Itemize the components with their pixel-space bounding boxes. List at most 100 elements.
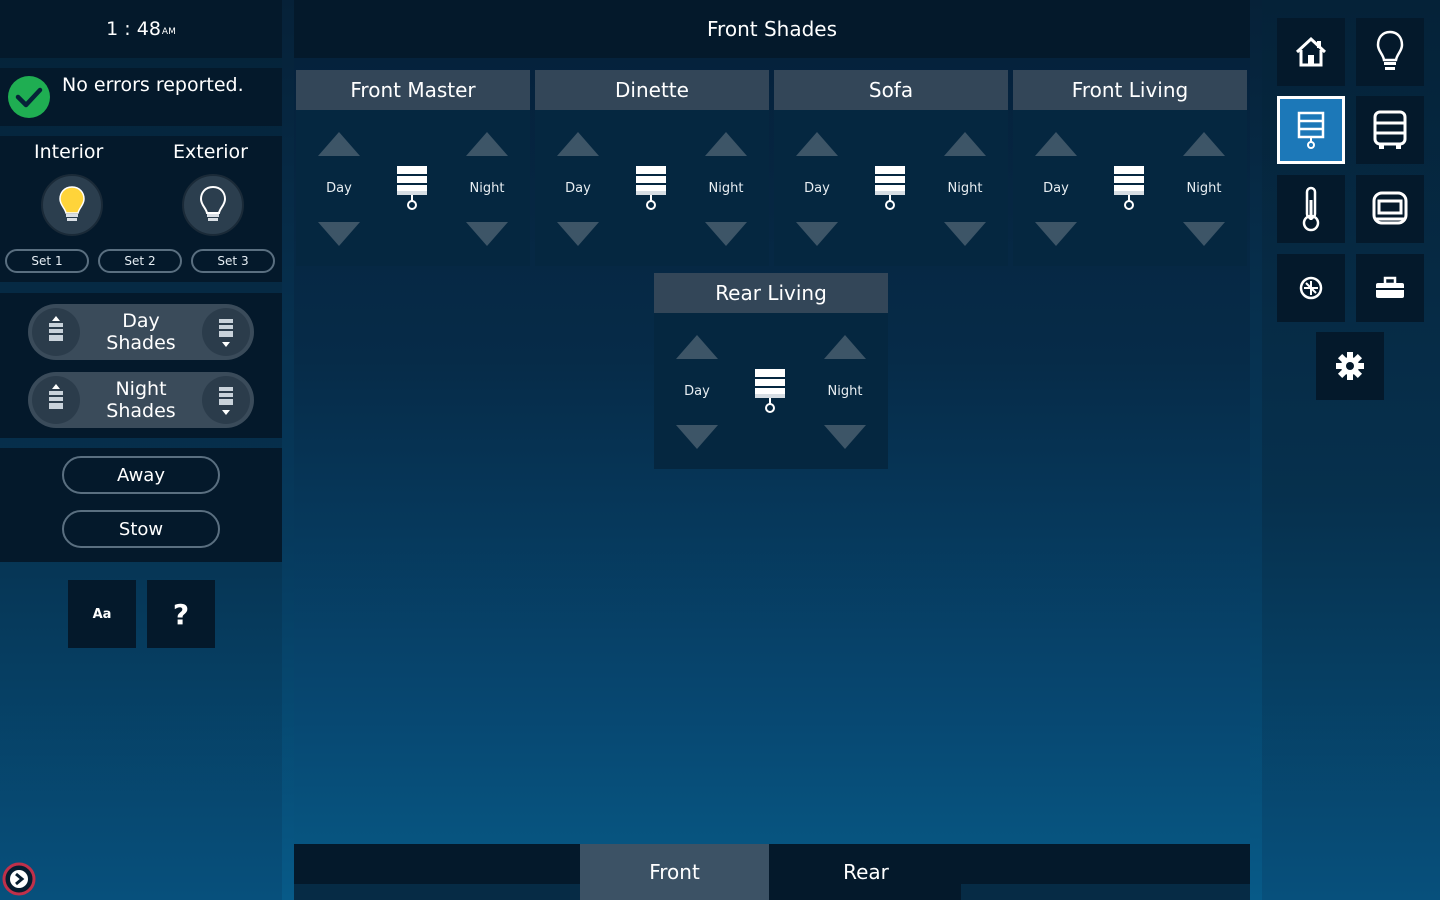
shade-up-icon [49,316,63,341]
shade-down-icon [219,319,233,347]
shade-card: Sofa Day Night [774,70,1008,266]
status-message: No errors reported. [62,74,244,96]
shade-icon[interactable] [1112,164,1146,212]
left-gutter [282,0,294,900]
day-up-arrow[interactable] [555,128,601,160]
night-up-arrow[interactable] [703,128,749,160]
help-label: ? [172,597,190,631]
day-label: Day [1043,181,1069,196]
shade-down-icon [219,387,233,415]
nav-settings-button[interactable] [1316,332,1384,400]
shade-card: Dinette Day Night [535,70,769,266]
tab-front[interactable]: Front [580,844,769,900]
day-up-arrow[interactable] [674,331,720,363]
day-down-arrow[interactable] [1033,218,1079,250]
shade-icon [1297,111,1325,149]
interior-label: Interior [34,141,104,163]
night-label: Night [947,181,983,196]
font-size-button[interactable]: Aa [68,580,136,648]
check-icon [8,76,50,118]
shade-card-header: Front Living [1013,70,1247,110]
day-label: Day [565,181,591,196]
nav-lights-button[interactable] [1356,18,1424,86]
tab-underline-right [961,884,1250,900]
night-down-arrow[interactable] [464,218,510,250]
night-up-arrow[interactable] [464,128,510,160]
day-shades-down-button[interactable] [202,308,250,356]
nav-fan-button[interactable] [1277,254,1345,322]
night-shades-label: Night Shades [82,378,200,422]
toolbox-icon [1376,276,1404,298]
night-shades-down-button[interactable] [202,376,250,424]
day-down-arrow[interactable] [555,218,601,250]
shade-card-title: Sofa [868,78,914,102]
night-up-arrow[interactable] [1181,128,1227,160]
nav-tools-button[interactable] [1356,254,1424,322]
shade-card-header: Front Master [296,70,530,110]
shade-card-header: Dinette [535,70,769,110]
nav-climate-button[interactable] [1277,175,1345,243]
exterior-label: Exterior [173,141,248,163]
help-button[interactable]: ? [147,580,215,648]
nav-coach-button[interactable] [1356,96,1424,164]
night-up-arrow[interactable] [822,331,868,363]
right-gutter [1250,0,1262,900]
tab-rear[interactable]: Rear [771,844,961,900]
day-down-arrow[interactable] [316,218,362,250]
day-label: Day [804,181,830,196]
night-label: Night [469,181,505,196]
night-shades-up-button[interactable] [32,376,80,424]
day-shades-up-button[interactable] [32,308,80,356]
day-label: Day [326,181,352,196]
gear-icon [1336,352,1364,380]
clock: 1 : 48 AM [0,0,282,58]
thermometer-icon [1302,186,1320,232]
night-shades-line1: Night [115,378,167,400]
day-down-arrow[interactable] [794,218,840,250]
set-2-button[interactable]: Set 2 [98,249,182,273]
night-down-arrow[interactable] [703,218,749,250]
night-down-arrow[interactable] [822,421,868,453]
set-1-button[interactable]: Set 1 [5,249,89,273]
font-size-label: Aa [92,606,112,622]
exterior-light-button[interactable] [182,174,244,236]
tab-rear-label: Rear [843,860,889,884]
night-label: Night [708,181,744,196]
page-title: Front Shades [294,0,1250,58]
day-shades-line2: Shades [106,332,176,354]
interior-light-button[interactable] [41,174,103,236]
shade-card-title: Front Living [1071,78,1189,102]
nav-home-button[interactable] [1277,18,1345,86]
night-up-arrow[interactable] [942,128,988,160]
nav-shades-button[interactable] [1277,96,1345,164]
stow-button[interactable]: Stow [62,510,220,548]
day-up-arrow[interactable] [316,128,362,160]
day-shades-control: Day Shades [28,304,254,360]
home-icon [1295,36,1327,67]
shade-card-header: Rear Living [654,273,888,313]
shade-icon[interactable] [753,367,787,415]
night-down-arrow[interactable] [1181,218,1227,250]
shade-icon[interactable] [873,164,907,212]
day-label: Day [684,384,710,399]
lightbulb-icon [1376,30,1404,70]
shade-icon[interactable] [634,164,668,212]
shade-card: Rear Living Day Night [654,273,888,469]
lightbulb-on-icon [59,186,85,221]
night-down-arrow[interactable] [942,218,988,250]
day-down-arrow[interactable] [674,421,720,453]
shade-icon[interactable] [395,164,429,212]
clock-time: 1 : 48 [106,18,161,40]
night-shades-control: Night Shades [28,372,254,428]
bus-icon [1373,110,1407,149]
set-3-button[interactable]: Set 3 [191,249,275,273]
lightbulb-off-icon [199,185,227,221]
shade-card: Front Living Day Night [1013,70,1247,266]
coach-icon [1372,191,1408,225]
away-button[interactable]: Away [62,456,220,494]
day-up-arrow[interactable] [794,128,840,160]
day-up-arrow[interactable] [1033,128,1079,160]
tab-front-label: Front [649,860,700,884]
nav-generator-button[interactable] [1356,175,1424,243]
exit-arrow-icon[interactable] [2,862,36,896]
